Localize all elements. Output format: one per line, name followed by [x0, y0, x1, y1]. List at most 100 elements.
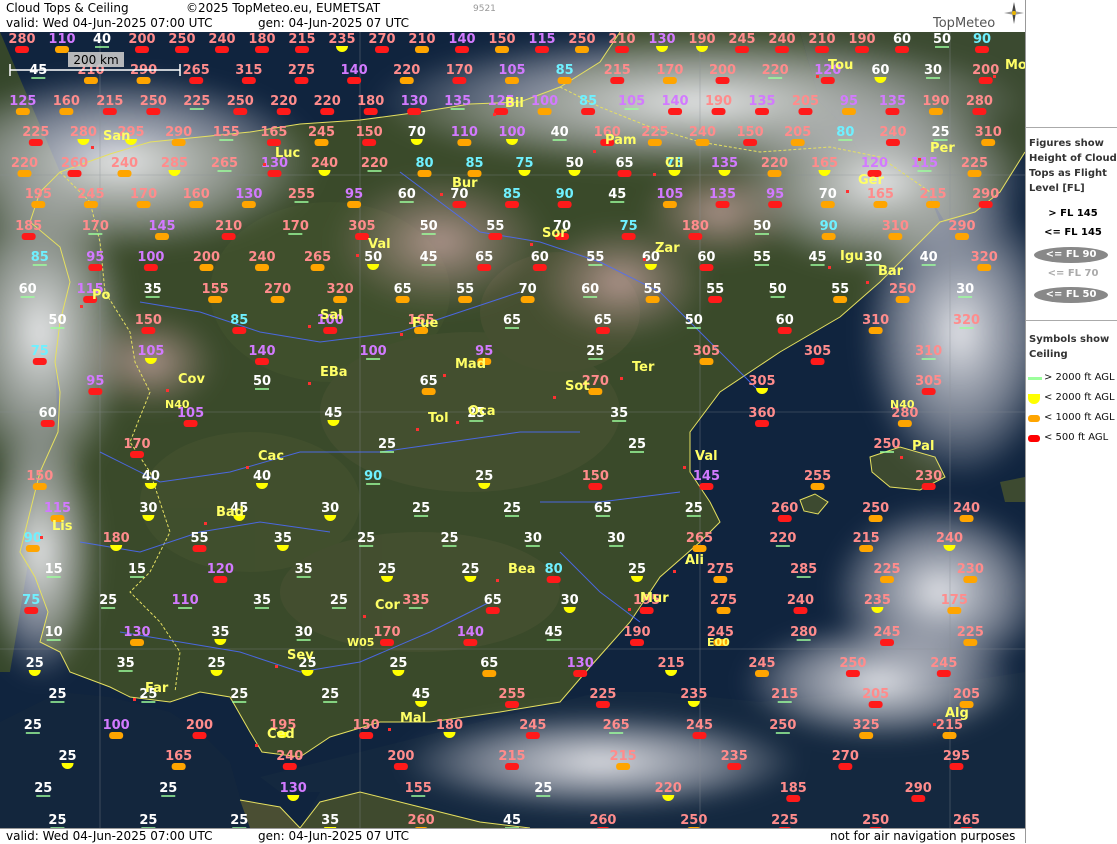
- cloud-top-value: 280: [790, 625, 817, 640]
- city-label: Ali: [685, 553, 704, 568]
- cloud-top-value: 360: [748, 406, 775, 421]
- cloud-top-value: 95: [86, 374, 104, 389]
- cloud-top-value: 150: [26, 469, 53, 484]
- cloud-top-value: 240: [689, 125, 716, 140]
- cloud-top-value: 235: [328, 32, 355, 47]
- cloud-top-value: 25: [26, 656, 44, 671]
- cloud-top-value: 25: [330, 593, 348, 608]
- cloud-top-value: 30: [561, 593, 579, 608]
- satellite-map[interactable]: 280 110 40 200 250 240 180 215 235 270 210 140 150 11…: [0, 32, 1025, 828]
- cloud-top-value: 135: [879, 94, 906, 109]
- city-dot: [653, 173, 656, 176]
- map-title: Cloud Tops & Ceiling: [6, 1, 129, 15]
- cloud-top-value: 245: [519, 718, 546, 733]
- cloud-top-value: 215: [96, 94, 123, 109]
- cloud-top-value: 265: [603, 718, 630, 733]
- cloud-top-value: 50: [933, 32, 951, 47]
- legend-top-le145: <= FL 145: [1044, 227, 1102, 238]
- cloud-top-value: 205: [784, 125, 811, 140]
- ceiling-below-1000-symbol: [575, 46, 589, 53]
- ceiling-below-1000-symbol: [15, 108, 30, 115]
- cloud-top-value: 25: [99, 593, 117, 608]
- cloud-top-value: 90: [820, 219, 838, 234]
- footer-disclaimer: not for air navigation purposes: [830, 829, 1016, 843]
- ceiling-below-1000-symbol: [537, 108, 552, 115]
- cloud-top-value: 35: [321, 813, 339, 828]
- city-dot: [553, 396, 556, 399]
- cloud-top-value: 275: [710, 593, 737, 608]
- ceiling-below-500-symbol: [485, 607, 500, 614]
- ceiling-below-1000-symbol: [967, 170, 982, 177]
- cloud-top-value: 95: [345, 187, 363, 202]
- ceiling-below-500-symbol: [141, 327, 156, 334]
- ceiling-below-500-symbol: [699, 483, 714, 490]
- cloud-top-value: 110: [48, 32, 75, 47]
- cloud-top-value: 150: [135, 313, 162, 328]
- cloud-top-value: 35: [274, 531, 292, 546]
- cloud-top-value: 65: [503, 313, 521, 328]
- city-dot: [496, 579, 499, 582]
- ceiling-below-1000-symbol: [868, 327, 883, 334]
- ceiling-below-1000-symbol: [557, 77, 572, 84]
- ceiling-below-1000-symbol: [645, 296, 660, 303]
- cloud-top-value: 45: [608, 187, 626, 202]
- ceiling-below-1000-symbol: [347, 201, 362, 208]
- city-label: Ger: [858, 173, 884, 188]
- legend-top-le50: <= FL 50: [1034, 287, 1108, 303]
- cloud-top-value: 50: [364, 250, 382, 265]
- cloud-top-value: 130: [401, 94, 428, 109]
- cloud-top-value: 190: [688, 32, 715, 47]
- ceiling-below-500-symbol: [855, 46, 869, 53]
- cloud-top-value: 55: [831, 282, 849, 297]
- cloud-top-value: 200: [186, 718, 213, 733]
- ceiling-below-1000-symbol: [83, 201, 98, 208]
- cloud-top-value: 170: [82, 219, 109, 234]
- cloud-top-value: 150: [582, 469, 609, 484]
- ceiling-below-500-symbol: [505, 701, 519, 708]
- cloud-top-value: 245: [308, 125, 335, 140]
- ceiling-below-500-symbol: [936, 670, 951, 677]
- cloud-top-value: 275: [707, 562, 734, 577]
- cloud-top-value: 60: [697, 250, 715, 265]
- cloud-top-value: 25: [628, 437, 646, 452]
- ceiling-below-500-symbol: [615, 46, 629, 53]
- ceiling-below-500-symbol: [949, 763, 964, 770]
- ceiling-below-500-symbol: [595, 701, 610, 708]
- ceiling-below-500-symbol: [755, 108, 769, 115]
- ceiling-below-500-symbol: [88, 264, 103, 271]
- cloud-top-value: 180: [103, 531, 130, 546]
- ceiling-below-500-symbol: [215, 46, 229, 53]
- cloud-top-value: 250: [568, 32, 595, 47]
- cloud-top-value: 25: [628, 562, 646, 577]
- cloud-top-value: 15: [128, 562, 146, 577]
- cloud-top-value: 25: [440, 531, 458, 546]
- cloud-top-value: 170: [282, 219, 309, 234]
- ceiling-below-1000-symbol: [963, 639, 978, 646]
- cloud-top-value: 250: [168, 32, 195, 47]
- city-dot: [593, 150, 596, 153]
- city-label: Cor: [375, 598, 400, 613]
- ceiling-below-1000-symbol: [314, 139, 329, 146]
- graticule-marker: N40: [165, 398, 190, 411]
- cloud-top-value: 135: [444, 94, 471, 109]
- ceiling-below-500-symbol: [380, 639, 394, 646]
- cloud-top-value: 130: [648, 32, 675, 47]
- cloud-top-value: 170: [373, 625, 400, 640]
- cloud-top-value: 225: [641, 125, 668, 140]
- city-label: Ter: [632, 360, 655, 375]
- cloud-top-value: 35: [144, 282, 162, 297]
- cloud-top-value: 165: [165, 749, 192, 764]
- ceiling-below-1000-symbol: [83, 77, 98, 84]
- legend-symbols-title: Symbols show Ceiling: [1029, 334, 1110, 360]
- cloud-top-value: 30: [524, 531, 542, 546]
- city-label: Luc: [275, 146, 300, 161]
- cloud-top-value: 240: [953, 501, 980, 516]
- cloud-top-value: 85: [31, 250, 49, 265]
- city-dot: [416, 428, 419, 431]
- cloud-top-value: 235: [864, 593, 891, 608]
- cloud-top-value: 155: [405, 781, 432, 796]
- ceiling-below-500-symbol: [266, 139, 281, 146]
- city-dot: [363, 615, 366, 618]
- ceiling-below-500-symbol: [135, 46, 149, 53]
- cloud-top-value: 130: [567, 656, 594, 671]
